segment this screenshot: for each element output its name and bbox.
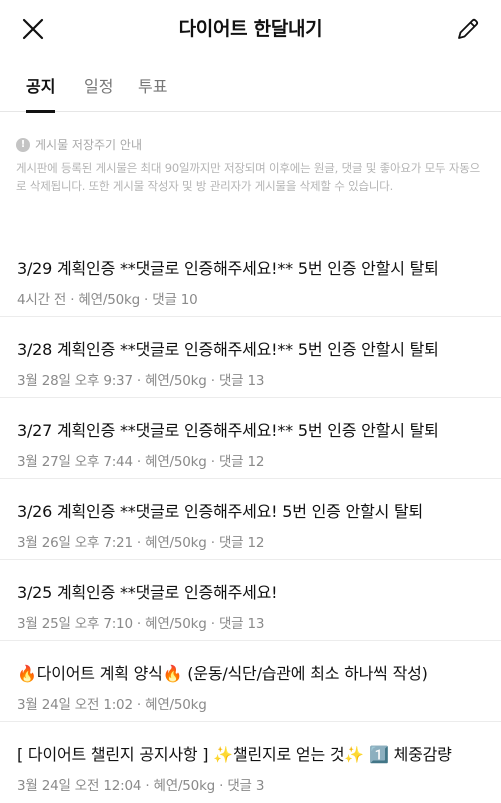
- post-item[interactable]: 3/25 계획인증 **댓글로 인증해주세요! 3월 25일 오후 7:10 ·…: [0, 560, 501, 641]
- post-meta: 3월 24일 오전 12:04 · 혜연/50kg · 댓글 3: [17, 778, 265, 794]
- post-title: 3/26 계획인증 **댓글로 인증해주세요! 5번 인증 안할시 탈퇴: [17, 502, 424, 521]
- post-meta: 3월 24일 오전 1:02 · 혜연/50kg: [17, 697, 207, 713]
- tab-vote[interactable]: 투표: [138, 73, 167, 110]
- post-meta: 4시간 전 · 혜연/50kg · 댓글 10: [17, 292, 198, 308]
- post-meta: 3월 25일 오후 7:10 · 혜연/50kg · 댓글 13: [17, 616, 265, 632]
- post-item[interactable]: 3/29 계획인증 **댓글로 인증해주세요!** 5번 인증 안할시 탈퇴 4…: [0, 236, 501, 317]
- post-item[interactable]: [ 다이어트 챌린지 공지사항 ] ✨챌린지로 얻는 것✨ 1️⃣ 체중감량 3…: [0, 722, 501, 803]
- pencil-icon: [458, 18, 479, 39]
- post-meta: 3월 26일 오후 7:21 · 혜연/50kg · 댓글 12: [17, 535, 265, 551]
- post-item[interactable]: 3/27 계획인증 **댓글로 인증해주세요!** 5번 인증 안할시 탈퇴 3…: [0, 398, 501, 479]
- post-title: 3/28 계획인증 **댓글로 인증해주세요!** 5번 인증 안할시 탈퇴: [17, 340, 439, 359]
- post-item[interactable]: 🔥다이어트 계획 양식🔥 (운동/식단/습관에 최소 하나씩 작성) 3월 24…: [0, 641, 501, 722]
- storage-notice: ! 게시물 저장주기 안내 게시판에 등록된 게시물은 최대 90일까지만 저장…: [16, 136, 486, 195]
- post-title: 3/27 계획인증 **댓글로 인증해주세요!** 5번 인증 안할시 탈퇴: [17, 421, 439, 440]
- post-title: 3/29 계획인증 **댓글로 인증해주세요!** 5번 인증 안할시 탈퇴: [17, 259, 439, 278]
- notice-heading: 게시물 저장주기 안내: [35, 138, 142, 152]
- app-header: 다이어트 한달내기: [0, 0, 501, 58]
- post-meta: 3월 28일 오후 9:37 · 혜연/50kg · 댓글 13: [17, 373, 265, 389]
- post-title: 🔥다이어트 계획 양식🔥 (운동/식단/습관에 최소 하나씩 작성): [17, 664, 428, 683]
- post-title: [ 다이어트 챌린지 공지사항 ] ✨챌린지로 얻는 것✨ 1️⃣ 체중감량: [17, 745, 452, 764]
- info-icon: !: [16, 137, 30, 152]
- edit-button[interactable]: [451, 12, 485, 46]
- post-list: 3/29 계획인증 **댓글로 인증해주세요!** 5번 인증 안할시 탈퇴 4…: [0, 236, 501, 803]
- page-title: 다이어트 한달내기: [178, 18, 323, 40]
- board-tabs: 공지 일정 투표: [0, 58, 501, 113]
- post-item[interactable]: 3/26 계획인증 **댓글로 인증해주세요! 5번 인증 안할시 탈퇴 3월 …: [0, 479, 501, 560]
- tab-schedule[interactable]: 일정: [84, 73, 113, 110]
- post-item[interactable]: 3/28 계획인증 **댓글로 인증해주세요!** 5번 인증 안할시 탈퇴 3…: [0, 317, 501, 398]
- post-title: 3/25 계획인증 **댓글로 인증해주세요!: [17, 583, 278, 602]
- notice-body: 게시판에 등록된 게시물은 최대 90일까지만 저장되며 이후에는 원글, 댓글…: [16, 161, 480, 193]
- post-meta: 3월 27일 오후 7:44 · 혜연/50kg · 댓글 12: [17, 454, 265, 470]
- tab-notice[interactable]: 공지: [26, 73, 56, 113]
